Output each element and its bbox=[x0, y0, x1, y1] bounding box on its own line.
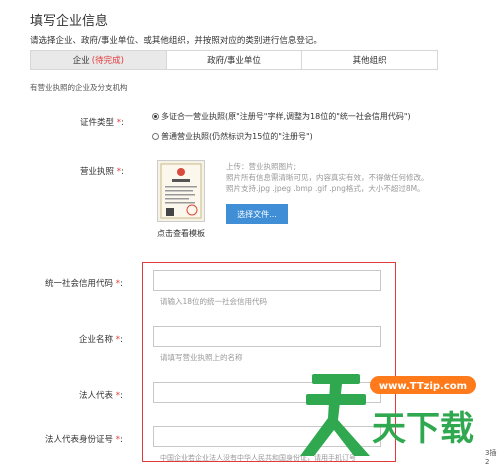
watermark-logo-icon: www.TTzip.com 天下载 bbox=[300, 374, 476, 456]
legal-rep-id-label: 法人代表身份证号 *: bbox=[45, 433, 123, 445]
label-colon: : bbox=[120, 118, 124, 128]
tab-enterprise[interactable]: 企业 (待完成) bbox=[31, 51, 167, 69]
tab-government-label: 政府/事业单位 bbox=[207, 56, 261, 66]
hint-line: 上传：营业执照图片; bbox=[226, 162, 297, 171]
cert-type-label-text: 证件类型 bbox=[80, 118, 115, 128]
legal-rep-label: 法人代表 *: bbox=[79, 389, 123, 401]
cert-option-multi-label: 多证合一营业执照(原"注册号"字样,调整为18位的"统一社会信用代码") bbox=[161, 112, 411, 121]
org-type-tabs: 企业 (待完成) 政府/事业单位 其他组织 bbox=[30, 50, 438, 70]
license-label: 营业执照 *: bbox=[80, 165, 124, 177]
legal-rep-id-label-text: 法人代表身份证号 bbox=[45, 435, 114, 445]
tab-subnote: 有营业执照的企业及分支机构 bbox=[30, 83, 128, 92]
choose-file-button[interactable]: 选择文件... bbox=[226, 204, 288, 224]
tab-enterprise-status: (待完成) bbox=[91, 56, 124, 66]
edge-text: 3插2 bbox=[485, 449, 497, 466]
cert-type-label: 证件类型 *: bbox=[80, 116, 124, 128]
tab-enterprise-label: 企业 bbox=[72, 56, 90, 66]
credit-code-label: 统一社会信用代码 *: bbox=[45, 277, 123, 289]
tab-government[interactable]: 政府/事业单位 bbox=[167, 51, 303, 69]
watermark-name: 天下载 bbox=[372, 409, 474, 449]
credit-code-label-text: 统一社会信用代码 bbox=[45, 279, 114, 289]
tab-other-org[interactable]: 其他组织 bbox=[302, 51, 437, 69]
license-document-icon bbox=[160, 163, 202, 219]
label-colon: : bbox=[119, 335, 123, 345]
license-upload-hint: 上传：营业执照图片; 照片所有信息需清晰可见，内容真实有效，不得做任何修改。 照… bbox=[226, 161, 429, 194]
cert-option-normal[interactable]: 普通营业执照(仍然标识为15位的"注册号") bbox=[152, 131, 313, 142]
tab-other-org-label: 其他组织 bbox=[352, 56, 387, 66]
label-colon: : bbox=[119, 435, 123, 445]
page-title: 填写企业信息 bbox=[30, 14, 109, 29]
radio-unselected-icon[interactable] bbox=[152, 133, 159, 140]
company-name-label: 企业名称 *: bbox=[79, 333, 123, 345]
site-watermark: www.TTzip.com 天下载 bbox=[300, 360, 490, 460]
view-template-link[interactable]: 点击查看模板 bbox=[157, 228, 205, 239]
label-colon: : bbox=[119, 391, 123, 401]
cert-option-normal-label: 普通营业执照(仍然标识为15位的"注册号") bbox=[161, 132, 313, 141]
license-label-text: 营业执照 bbox=[80, 167, 115, 177]
hint-line: 照片支持.jpg .jpeg .bmp .gif .png格式，大小不超过8M。 bbox=[226, 184, 425, 193]
label-colon: : bbox=[119, 279, 123, 289]
radio-selected-icon[interactable] bbox=[152, 113, 159, 120]
watermark-url: www.TTzip.com bbox=[379, 381, 467, 392]
cert-option-multi[interactable]: 多证合一营业执照(原"注册号"字样,调整为18位的"统一社会信用代码") bbox=[152, 111, 411, 122]
company-name-label-text: 企业名称 bbox=[79, 335, 114, 345]
label-colon: : bbox=[120, 167, 124, 177]
license-template-thumbnail[interactable] bbox=[157, 160, 205, 222]
legal-rep-label-text: 法人代表 bbox=[79, 391, 114, 401]
page-instruction: 请选择企业、政府/事业单位、或其他组织，并按照对应的类别进行信息登记。 bbox=[30, 36, 322, 46]
hint-line: 照片所有信息需清晰可见，内容真实有效，不得做任何修改。 bbox=[226, 173, 429, 182]
